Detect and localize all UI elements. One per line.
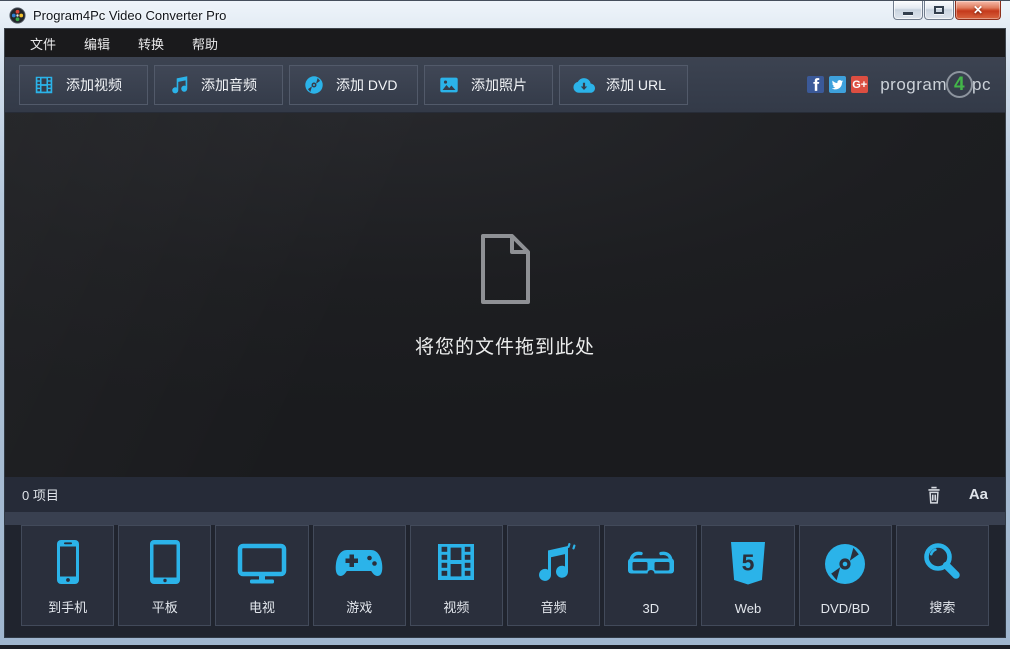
file-icon (476, 232, 534, 306)
program4pc-logo: program4pc (880, 71, 991, 98)
tile-label: 游戏 (346, 597, 372, 625)
disc-icon (821, 540, 869, 588)
tile-label: 搜索 (929, 597, 955, 625)
title-bar: Program4Pc Video Converter Pro ✕ (0, 1, 1010, 29)
format-tile-video[interactable]: 视频 (410, 525, 503, 626)
toolbar-right-group: G+ program4pc (802, 71, 991, 98)
format-tile-tablet[interactable]: 平板 (118, 525, 211, 626)
drop-message: 将您的文件拖到此处 (415, 332, 595, 359)
window-controls: ✕ (892, 1, 1001, 20)
close-icon: ✕ (973, 4, 983, 16)
add-video-label: 添加视频 (66, 75, 122, 95)
font-size-button[interactable]: Aa (969, 486, 988, 503)
gamepad-icon (333, 538, 385, 586)
logo-part1: program (880, 75, 947, 95)
format-tile-phone[interactable]: 到手机 (21, 525, 114, 626)
tile-label: 平板 (152, 597, 178, 625)
add-dvd-label: 添加 DVD (336, 75, 397, 95)
maximize-button[interactable] (924, 1, 954, 20)
add-video-button[interactable]: 添加视频 (19, 65, 148, 105)
logo-part2: pc (972, 75, 991, 95)
menu-help[interactable]: 帮助 (178, 29, 232, 57)
tile-label: 电视 (249, 597, 275, 625)
app-window: Program4Pc Video Converter Pro ✕ 文件 编辑 转… (0, 0, 1010, 649)
twitter-icon[interactable] (829, 76, 846, 93)
add-audio-label: 添加音频 (201, 75, 257, 95)
format-tile-web[interactable]: 5 Web (701, 525, 794, 626)
add-photo-label: 添加照片 (471, 75, 527, 95)
svg-text:5: 5 (742, 549, 755, 575)
music-notes-icon (530, 538, 578, 586)
add-photo-button[interactable]: 添加照片 (424, 65, 553, 105)
tile-label: 音频 (541, 597, 567, 625)
html5-icon: 5 (725, 540, 771, 588)
tile-label: 到手机 (48, 597, 87, 625)
film-strip-icon (432, 538, 480, 586)
minimize-button[interactable] (893, 1, 923, 20)
format-tile-games[interactable]: 游戏 (313, 525, 406, 626)
status-bar: 0 项目 Aa (5, 477, 1005, 512)
tile-label: 视频 (443, 597, 469, 625)
app-logo-icon (9, 7, 26, 24)
output-formats-panel: 到手机 平板 电视 (5, 512, 1005, 637)
disc-icon (303, 74, 325, 96)
maximize-icon (934, 6, 944, 14)
main-content: 文件 编辑 转换 帮助 添加视频 (5, 29, 1005, 637)
film-icon (33, 74, 55, 96)
format-tiles-row: 到手机 平板 电视 (5, 525, 1005, 626)
photo-icon (438, 74, 460, 96)
format-tile-tv[interactable]: 电视 (215, 525, 308, 626)
add-dvd-button[interactable]: 添加 DVD (289, 65, 418, 105)
tv-icon (236, 538, 288, 586)
add-url-label: 添加 URL (606, 75, 666, 95)
menu-bar: 文件 编辑 转换 帮助 (5, 29, 1005, 57)
add-audio-button[interactable]: 添加音频 (154, 65, 283, 105)
phone-icon (44, 538, 92, 586)
format-tile-dvd[interactable]: DVD/BD (799, 525, 892, 626)
format-tile-3d[interactable]: 3D (604, 525, 697, 626)
minimize-icon (903, 12, 913, 15)
logo-digit: 4 (946, 71, 973, 98)
menu-edit[interactable]: 编辑 (70, 29, 124, 57)
facebook-icon[interactable] (807, 76, 824, 93)
cloud-download-icon (573, 74, 595, 96)
3d-glasses-icon (624, 540, 678, 588)
panel-top-band (5, 512, 1005, 525)
trash-icon[interactable] (925, 485, 943, 505)
tile-label: DVD/BD (821, 601, 870, 625)
tile-label: Web (735, 601, 762, 625)
tablet-icon (141, 538, 189, 586)
menu-convert[interactable]: 转换 (124, 29, 178, 57)
music-note-icon (168, 74, 190, 96)
format-tile-search[interactable]: 搜索 (896, 525, 989, 626)
tile-label: 3D (643, 601, 660, 625)
menu-file[interactable]: 文件 (16, 29, 70, 57)
window-title: Program4Pc Video Converter Pro (33, 8, 226, 23)
toolbar: 添加视频 添加音频 添加 DVD (5, 57, 1005, 113)
items-count: 0 项目 (22, 485, 59, 504)
statusbar-right-group: Aa (925, 485, 988, 505)
format-tile-audio[interactable]: 音频 (507, 525, 600, 626)
search-icon (918, 538, 966, 586)
googleplus-icon[interactable]: G+ (851, 76, 868, 93)
add-url-button[interactable]: 添加 URL (559, 65, 688, 105)
file-drop-zone[interactable]: 将您的文件拖到此处 (5, 113, 1005, 477)
close-button[interactable]: ✕ (955, 1, 1001, 20)
